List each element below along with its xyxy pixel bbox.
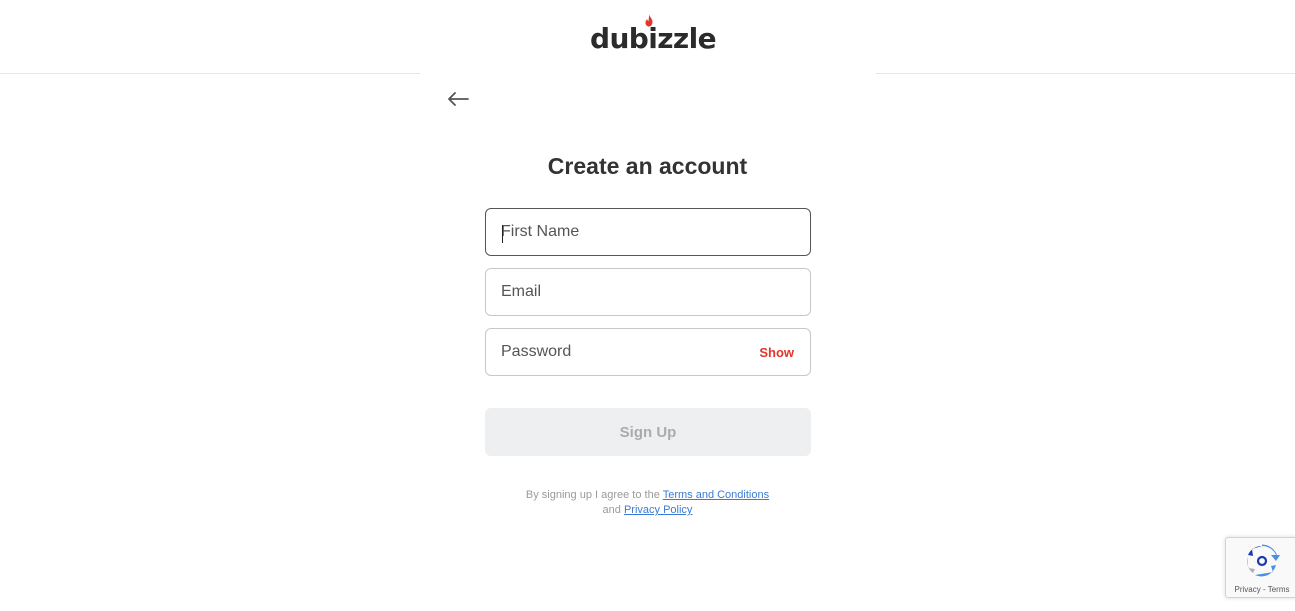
- password-input[interactable]: [501, 329, 741, 375]
- legal-prefix: By signing up I agree to the: [525, 489, 660, 501]
- sign-up-button[interactable]: Sign Up: [485, 408, 811, 456]
- email-field[interactable]: [485, 268, 811, 316]
- flame-icon: [645, 14, 653, 27]
- email-input[interactable]: [501, 269, 741, 315]
- privacy-link[interactable]: Privacy Policy: [624, 504, 692, 516]
- dubizzle-logo[interactable]: dubizzle: [590, 14, 717, 54]
- password-field[interactable]: Show: [485, 328, 811, 376]
- first-name-field[interactable]: [485, 208, 811, 256]
- page-title: Create an account: [547, 153, 748, 179]
- terms-link[interactable]: Terms and Conditions: [663, 489, 769, 501]
- site-header: dubizzle: [0, 0, 1295, 74]
- first-name-input[interactable]: [501, 209, 741, 255]
- recaptcha-icon: [1246, 544, 1280, 577]
- legal-notice: By signing up I agree to the Terms and C…: [470, 488, 825, 518]
- recaptcha-links[interactable]: Privacy - Terms: [1226, 585, 1295, 594]
- recaptcha-badge[interactable]: Privacy - Terms: [1225, 537, 1295, 598]
- legal-conjunction: and: [602, 504, 621, 516]
- back-button[interactable]: [444, 86, 472, 112]
- text-caret: [502, 225, 503, 243]
- header-divider-gap: [420, 73, 876, 75]
- show-password-button[interactable]: Show: [759, 329, 794, 375]
- arrow-left-icon: [448, 92, 469, 106]
- logo-text: dubizzle: [590, 22, 717, 55]
